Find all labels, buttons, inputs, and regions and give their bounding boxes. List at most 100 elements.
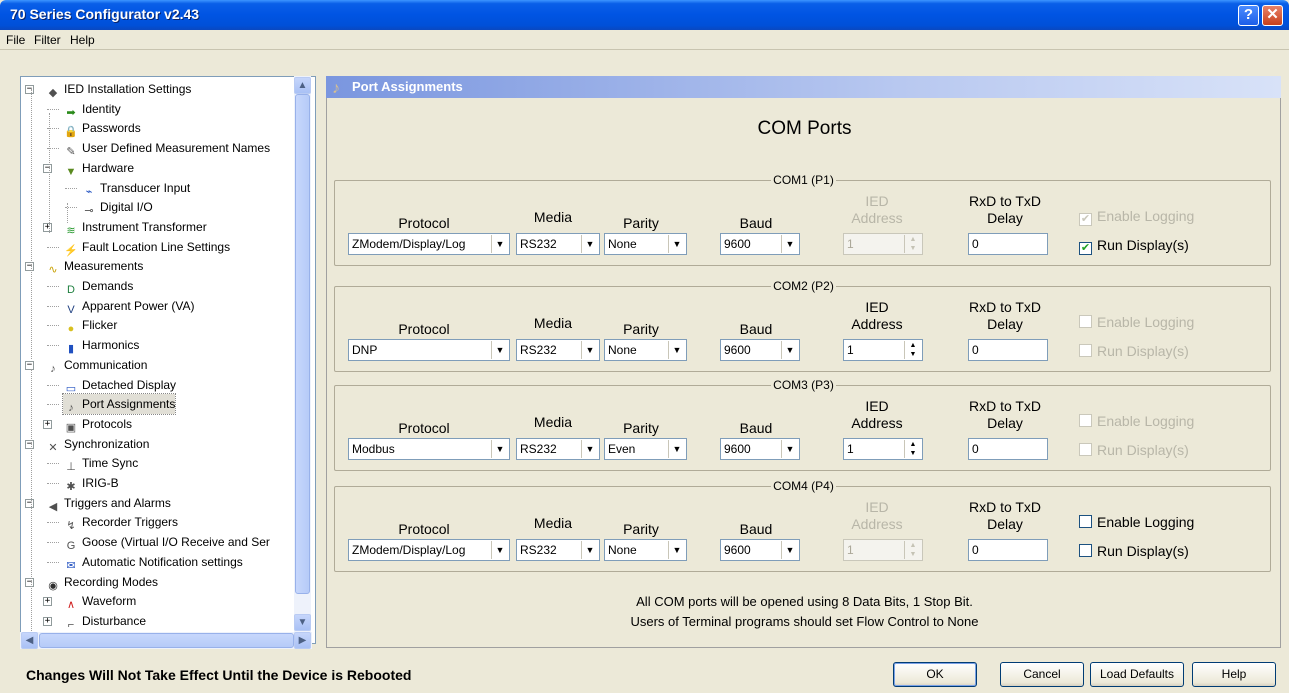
chevron-down-icon[interactable]: ▼ xyxy=(781,341,798,359)
tree-item[interactable]: ⌐ Disturbance xyxy=(63,611,146,631)
chevron-down-icon[interactable]: ▼ xyxy=(668,341,685,359)
baud-select[interactable]: 9600 ▼ xyxy=(720,539,800,561)
chevron-down-icon[interactable]: ▼ xyxy=(491,440,508,458)
parity-select[interactable]: None ▼ xyxy=(604,539,687,561)
tree-expander-minus-icon[interactable]: − xyxy=(25,360,34,370)
settings-tree[interactable]: − ◆ IED Installation Settings ➡ Identity 🔒 Pas… xyxy=(20,76,316,644)
chevron-down-icon[interactable]: ▼ xyxy=(781,235,798,253)
tree-item[interactable]: G Goose (Virtual I/O Receive and Ser xyxy=(63,532,270,552)
tree-expander-plus-icon[interactable]: + xyxy=(43,616,52,626)
splitter[interactable] xyxy=(318,76,324,648)
parity-select[interactable]: None ▼ xyxy=(604,233,687,255)
tree-item[interactable]: ◉ Recording Modes xyxy=(45,572,158,592)
media-select[interactable]: RS232 ▼ xyxy=(516,339,600,361)
ok-button[interactable]: OK xyxy=(893,662,977,687)
media-select[interactable]: RS232 ▼ xyxy=(516,539,600,561)
chevron-down-icon[interactable]: ▼ xyxy=(668,440,685,458)
tree-item[interactable]: 🔒 Passwords xyxy=(63,118,141,138)
menu-file[interactable]: File xyxy=(6,33,25,47)
tree-expander-plus-icon[interactable]: + xyxy=(43,597,52,607)
close-button[interactable]: ✕ xyxy=(1262,5,1283,26)
scroll-down-icon[interactable]: ▼ xyxy=(294,614,311,631)
tree-item[interactable]: ⚡ Fault Location Line Settings xyxy=(63,237,230,257)
tree-item[interactable]: ✕ Synchronization xyxy=(45,434,149,454)
tree-expander-minus-icon[interactable]: − xyxy=(25,498,34,508)
enable-logging-checkbox[interactable]: Enable Logging xyxy=(1079,514,1194,530)
baud-select[interactable]: 9600 ▼ xyxy=(720,438,800,460)
tree-scroll-thumb[interactable] xyxy=(295,94,310,594)
scroll-up-icon[interactable]: ▲ xyxy=(294,77,311,94)
rxd-delay-input[interactable]: 0 xyxy=(968,233,1048,255)
protocol-select[interactable]: ZModem/Display/Log ▼ xyxy=(348,233,510,255)
chevron-down-icon[interactable]: ▼ xyxy=(581,235,598,253)
chevron-down-icon[interactable]: ▼ xyxy=(781,541,798,559)
tree-expander-minus-icon[interactable]: − xyxy=(25,262,34,272)
menu-help[interactable]: Help xyxy=(70,33,95,47)
help-button[interactable]: Help xyxy=(1192,662,1276,687)
chevron-down-icon[interactable]: ▼ xyxy=(491,541,508,559)
tree-item[interactable]: ⊸ Digital I/O xyxy=(81,197,152,217)
media-select[interactable]: RS232 ▼ xyxy=(516,438,600,460)
tree-item[interactable]: ▭ Detached Display xyxy=(63,375,176,395)
tree-item[interactable]: ⊥ Time Sync xyxy=(63,453,138,473)
scroll-left-icon[interactable]: ◀ xyxy=(21,632,38,649)
tree-expander-plus-icon[interactable]: + xyxy=(43,222,52,232)
parity-select[interactable]: Even ▼ xyxy=(604,438,687,460)
run-display-checkbox[interactable]: ✔ Run Display(s) xyxy=(1079,237,1189,255)
tree-item[interactable]: ◀ Triggers and Alarms xyxy=(45,493,171,513)
ied-address-spinner[interactable]: 1 ▲ ▼ xyxy=(843,438,923,460)
scroll-right-icon[interactable]: ▶ xyxy=(294,632,311,649)
tree-hscroll-thumb[interactable] xyxy=(39,633,294,648)
tree-item[interactable]: ▼ Hardware xyxy=(63,158,134,178)
tree-item[interactable]: ⌁ Transducer Input xyxy=(81,178,191,198)
tree-item[interactable]: D Demands xyxy=(63,276,133,296)
chevron-down-icon[interactable]: ▼ xyxy=(668,235,685,253)
protocol-select[interactable]: DNP ▼ xyxy=(348,339,510,361)
tree-expander-minus-icon[interactable]: − xyxy=(25,439,34,449)
rxd-delay-input[interactable]: 0 xyxy=(968,539,1048,561)
chevron-down-icon[interactable]: ▼ xyxy=(581,440,598,458)
tree-expander-plus-icon[interactable]: + xyxy=(43,419,52,429)
tree-item[interactable]: ≋ Instrument Transformer xyxy=(63,217,206,237)
tree-item[interactable]: ✱ IRIG-B xyxy=(63,473,118,493)
tree-item[interactable]: ✉ Automatic Notification settings xyxy=(63,552,242,572)
rxd-delay-input[interactable]: 0 xyxy=(968,339,1048,361)
protocol-select[interactable]: ZModem/Display/Log ▼ xyxy=(348,539,510,561)
tree-item[interactable]: ● Flicker xyxy=(63,315,118,335)
tree-item[interactable]: ◆ IED Installation Settings xyxy=(45,79,192,99)
spinner-arrows-icon[interactable]: ▲ ▼ xyxy=(904,440,921,458)
tree-item[interactable]: ∧ Waveform xyxy=(63,591,136,611)
tree-item[interactable]: ✎ User Defined Measurement Names xyxy=(63,138,270,158)
spinner-arrows-icon[interactable]: ▲ ▼ xyxy=(904,341,921,359)
chevron-down-icon[interactable]: ▼ xyxy=(581,541,598,559)
run-display-checkbox[interactable]: Run Display(s) xyxy=(1079,543,1189,559)
parity-select[interactable]: None ▼ xyxy=(604,339,687,361)
chevron-down-icon[interactable]: ▼ xyxy=(491,235,508,253)
tree-expander-minus-icon[interactable]: − xyxy=(25,577,34,587)
load-defaults-button[interactable]: Load Defaults xyxy=(1090,662,1184,687)
tree-item[interactable]: ▮ Harmonics xyxy=(63,335,139,355)
tree-item[interactable]: ♪ Communication xyxy=(45,355,147,375)
chevron-down-icon[interactable]: ▼ xyxy=(781,440,798,458)
tree-item[interactable]: ↯ Recorder Triggers xyxy=(63,512,178,532)
tree-item[interactable]: ∿ Measurements xyxy=(45,256,143,276)
cancel-button[interactable]: Cancel xyxy=(1000,662,1084,687)
ied-address-spinner[interactable]: 1 ▲ ▼ xyxy=(843,339,923,361)
protocol-select[interactable]: Modbus ▼ xyxy=(348,438,510,460)
menu-filter[interactable]: Filter xyxy=(34,33,61,47)
checkbox-icon[interactable]: ✔ xyxy=(1079,242,1092,255)
tree-item[interactable]: ▣ Protocols xyxy=(63,414,132,434)
checkbox-icon[interactable] xyxy=(1079,544,1092,557)
tree-expander-minus-icon[interactable]: − xyxy=(43,163,52,173)
help-title-button[interactable]: ? xyxy=(1238,5,1259,26)
checkbox-icon[interactable] xyxy=(1079,515,1092,528)
rxd-delay-input[interactable]: 0 xyxy=(968,438,1048,460)
tree-expander-minus-icon[interactable]: − xyxy=(25,85,34,94)
baud-select[interactable]: 9600 ▼ xyxy=(720,233,800,255)
tree-item[interactable]: ➡ Identity xyxy=(63,99,120,119)
media-select[interactable]: RS232 ▼ xyxy=(516,233,600,255)
tree-item[interactable]: ♪ Port Assignments xyxy=(61,393,177,416)
chevron-down-icon[interactable]: ▼ xyxy=(668,541,685,559)
tree-item[interactable]: V Apparent Power (VA) xyxy=(63,296,194,316)
chevron-down-icon[interactable]: ▼ xyxy=(491,341,508,359)
